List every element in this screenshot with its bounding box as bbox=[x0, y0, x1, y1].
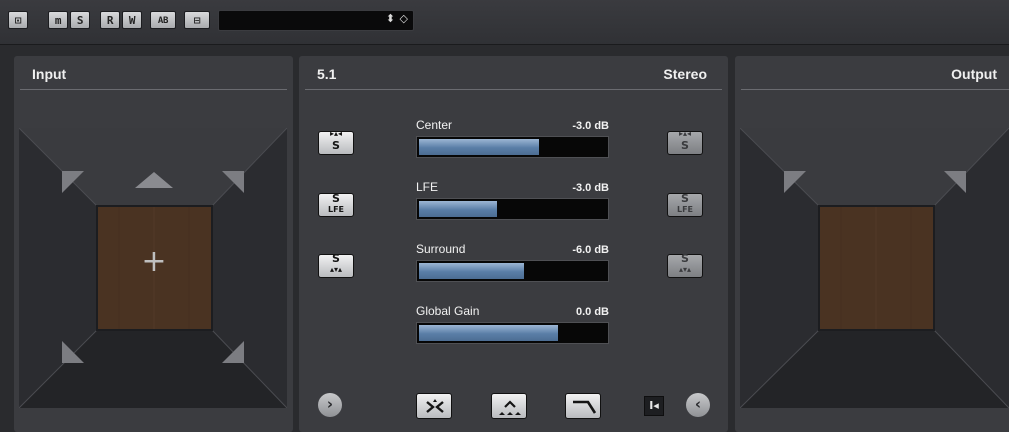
single-view-button[interactable]: ⊡ bbox=[8, 11, 28, 29]
chevron-right-icon: › bbox=[326, 395, 334, 413]
surround-value: -6.0 dB bbox=[572, 244, 609, 256]
downmix-divider bbox=[305, 89, 722, 90]
preset-menu-icon[interactable]: ◇ bbox=[400, 12, 408, 25]
lfe-solo-right-button[interactable]: S LFE bbox=[667, 192, 703, 217]
diverge-button[interactable] bbox=[491, 393, 527, 419]
lfe-level-fill bbox=[419, 201, 497, 217]
lfe-solo-left-button[interactable]: S LFE bbox=[318, 192, 354, 217]
bypass-icon: ⊟ bbox=[193, 14, 201, 27]
expand-right-button[interactable]: ‹ bbox=[686, 393, 710, 417]
center-level-slider[interactable] bbox=[416, 136, 609, 158]
converge-button[interactable] bbox=[416, 393, 452, 419]
toolbar: ⊡ m S R W AB ⊟ ⬍ ◇ bbox=[0, 0, 1009, 45]
read-label: R bbox=[106, 14, 114, 27]
global-gain-label: Global Gain bbox=[416, 304, 480, 318]
mute-label: m bbox=[54, 14, 62, 27]
target-format-label: Stereo bbox=[663, 66, 707, 82]
solo-button[interactable]: S bbox=[70, 11, 90, 29]
skip-back-icon: I◂ bbox=[649, 399, 659, 412]
diverge-icon bbox=[499, 400, 521, 415]
output-surround-stage[interactable] bbox=[740, 128, 1009, 408]
surround-label: Surround bbox=[416, 242, 466, 256]
solo-s-label: S bbox=[681, 139, 689, 152]
center-solo-right-button[interactable]: ▸▴◂ S bbox=[667, 129, 703, 155]
global-gain-fill bbox=[419, 325, 558, 341]
solo-label: S bbox=[76, 14, 84, 27]
surround-level-slider[interactable] bbox=[416, 260, 609, 282]
output-panel: Output bbox=[735, 56, 1009, 432]
output-divider bbox=[741, 89, 1009, 90]
input-surround-stage[interactable]: + bbox=[19, 128, 287, 408]
bypass-button[interactable]: ⊟ bbox=[184, 11, 210, 29]
write-automation-button[interactable]: W bbox=[122, 11, 142, 29]
chevron-left-icon: ‹ bbox=[694, 395, 702, 413]
input-title: Input bbox=[32, 66, 67, 82]
up-down-arrows-icon[interactable]: ⬍ bbox=[386, 12, 395, 25]
lowpass-curve-icon bbox=[573, 400, 597, 414]
lfe-param-label: LFE bbox=[416, 180, 439, 194]
lfe-label: LFE bbox=[676, 205, 694, 214]
read-automation-button[interactable]: R bbox=[100, 11, 120, 29]
mute-button[interactable]: m bbox=[48, 11, 68, 29]
filter-curve-button[interactable] bbox=[565, 393, 601, 419]
center-label: Center bbox=[416, 118, 453, 132]
output-title: Output bbox=[951, 66, 997, 82]
global-gain-slider[interactable] bbox=[416, 322, 609, 344]
lfe-level-slider[interactable] bbox=[416, 198, 609, 220]
center-value: -3.0 dB bbox=[572, 120, 609, 132]
ab-compare-button[interactable]: AB bbox=[150, 11, 176, 29]
global-gain-value: 0.0 dB bbox=[575, 306, 609, 318]
surround-speakers-icon: ▴▾▴ bbox=[329, 265, 343, 274]
expand-left-button[interactable]: › bbox=[318, 393, 342, 417]
source-format-label: 5.1 bbox=[317, 66, 337, 82]
position-cursor-icon[interactable]: + bbox=[140, 247, 168, 277]
surround-level-fill bbox=[419, 263, 524, 279]
window-icon: ⊡ bbox=[14, 14, 22, 27]
surround-solo-right-button[interactable]: S ▴▾▴ bbox=[667, 252, 703, 278]
center-solo-left-button[interactable]: ▸▴◂ S bbox=[318, 129, 354, 155]
surround-speakers-icon: ▴▾▴ bbox=[678, 265, 692, 274]
solo-s-label: S bbox=[332, 139, 340, 152]
center-level-fill bbox=[419, 139, 539, 155]
lfe-value: -3.0 dB bbox=[572, 182, 609, 194]
write-label: W bbox=[128, 14, 136, 27]
ab-label: AB bbox=[157, 16, 169, 26]
converge-icon bbox=[426, 399, 444, 413]
lfe-label: LFE bbox=[327, 205, 345, 214]
downmix-panel: 5.1 Stereo bbox=[299, 56, 728, 432]
skip-back-button[interactable]: I◂ bbox=[644, 396, 664, 416]
input-panel: Input + bbox=[14, 56, 293, 432]
surround-solo-left-button[interactable]: S ▴▾▴ bbox=[318, 252, 354, 278]
input-divider bbox=[20, 89, 287, 90]
preset-field[interactable]: ⬍ ◇ bbox=[218, 10, 414, 31]
